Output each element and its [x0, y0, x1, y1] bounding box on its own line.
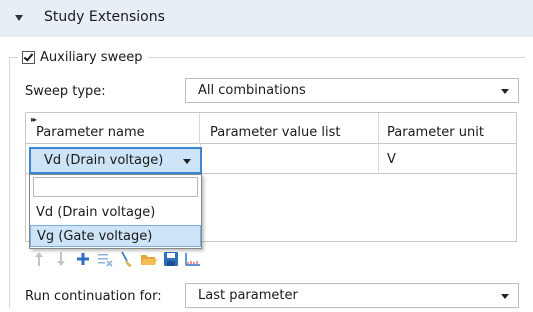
sweep-type-label: Sweep type: [25, 84, 106, 99]
chevron-down-icon [501, 89, 509, 94]
dropdown-option-empty[interactable] [33, 177, 198, 197]
run-continuation-label: Run continuation for: [25, 289, 162, 304]
dropdown-option-vd[interactable]: Vd (Drain voltage) [30, 202, 201, 224]
plot-icon[interactable] [184, 250, 202, 268]
column-header-parameter-value-list[interactable]: Parameter value list [200, 113, 379, 144]
add-icon[interactable] [74, 250, 92, 268]
auxiliary-sweep-legend[interactable]: Auxiliary sweep [18, 47, 149, 67]
save-to-file-icon[interactable] [162, 250, 180, 268]
range-icon[interactable] [118, 250, 136, 268]
sweep-type-value: All combinations [198, 83, 306, 98]
move-down-icon[interactable] [52, 250, 70, 268]
column-header-parameter-name[interactable]: ▸▸ Parameter name [26, 113, 200, 144]
load-from-file-icon[interactable] [140, 250, 158, 268]
run-continuation-select[interactable]: Last parameter [185, 283, 519, 308]
cell-parameter-value-list[interactable] [200, 144, 379, 174]
delete-icon[interactable] [96, 250, 114, 268]
expand-columns-icon[interactable]: ▸▸ [31, 115, 37, 124]
table-header: ▸▸ Parameter name Parameter value list P… [26, 113, 516, 144]
checkmark-icon [23, 50, 34, 62]
auxiliary-sweep-label: Auxiliary sweep [40, 49, 143, 65]
sweep-type-select[interactable]: All combinations [185, 78, 519, 103]
chevron-down-icon[interactable] [183, 159, 191, 164]
parameter-name-combobox[interactable]: Vd (Drain voltage) [29, 147, 202, 174]
parameter-name-dropdown: Vd (Drain voltage) Vg (Gate voltage) [29, 174, 202, 249]
chevron-down-icon [501, 294, 509, 299]
move-up-icon[interactable] [30, 250, 48, 268]
dropdown-option-vg[interactable]: Vg (Gate voltage) [30, 225, 201, 247]
column-header-parameter-unit[interactable]: Parameter unit [379, 113, 516, 144]
parameter-name-value: Vd (Drain voltage) [44, 153, 164, 168]
collapse-triangle-icon[interactable] [15, 15, 23, 21]
run-continuation-value: Last parameter [198, 288, 298, 303]
auxiliary-sweep-checkbox[interactable] [22, 50, 35, 64]
cell-parameter-unit[interactable]: V [379, 144, 516, 174]
study-extensions-header[interactable]: Study Extensions [0, 0, 533, 37]
section-title: Study Extensions [44, 9, 165, 25]
